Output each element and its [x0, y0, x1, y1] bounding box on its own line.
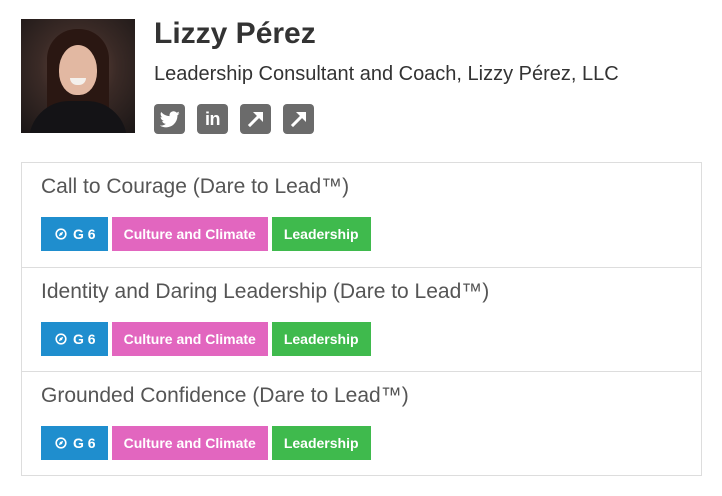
grade-badge-label: G 6 [73, 331, 96, 347]
compass-icon [55, 437, 67, 449]
session-badges: G 6 Culture and Climate Leadership [41, 217, 371, 251]
topic-badge: Culture and Climate [111, 426, 268, 460]
avatar-face [59, 45, 97, 95]
category-badge: Leadership [271, 426, 371, 460]
twitter-icon [159, 110, 180, 127]
topic-badge: Culture and Climate [111, 322, 268, 356]
session-badges: G 6 Culture and Climate Leadership [41, 322, 371, 356]
linkedin-link[interactable]: in [197, 104, 228, 134]
compass-icon [55, 228, 67, 240]
category-badge: Leadership [271, 217, 371, 251]
grade-badge-label: G 6 [73, 435, 96, 451]
grade-badge-label: G 6 [73, 226, 96, 242]
grade-badge: G 6 [41, 426, 108, 460]
speaker-profile: Lizzy Pérez Leadership Consultant and Co… [21, 17, 701, 134]
session-title-link[interactable]: Grounded Confidence (Dare to Lead™) [41, 384, 409, 408]
twitter-link[interactable] [154, 104, 185, 134]
category-badge: Leadership [271, 322, 371, 356]
social-links: in [154, 104, 314, 134]
external-link-1[interactable] [240, 104, 271, 134]
speaker-avatar [21, 19, 135, 133]
grade-badge: G 6 [41, 322, 108, 356]
session-item: Call to Courage (Dare to Lead™) G 6 Cult… [22, 163, 701, 267]
avatar-shoulders [29, 101, 127, 133]
grade-badge: G 6 [41, 217, 108, 251]
topic-badge: Culture and Climate [111, 217, 268, 251]
speaker-name: Lizzy Pérez [154, 17, 316, 50]
compass-icon [55, 333, 67, 345]
session-item: Identity and Daring Leadership (Dare to … [22, 267, 701, 371]
linkedin-icon: in [205, 108, 221, 129]
external-link-icon [247, 111, 263, 128]
session-title-link[interactable]: Call to Courage (Dare to Lead™) [41, 175, 349, 199]
session-title-link[interactable]: Identity and Daring Leadership (Dare to … [41, 280, 489, 304]
session-badges: G 6 Culture and Climate Leadership [41, 426, 371, 460]
speaker-title: Leadership Consultant and Coach, Lizzy P… [154, 63, 619, 85]
session-list: Call to Courage (Dare to Lead™) G 6 Cult… [21, 162, 702, 476]
session-item: Grounded Confidence (Dare to Lead™) G 6 … [22, 371, 701, 475]
external-link-2[interactable] [283, 104, 314, 134]
external-link-icon [290, 111, 306, 128]
